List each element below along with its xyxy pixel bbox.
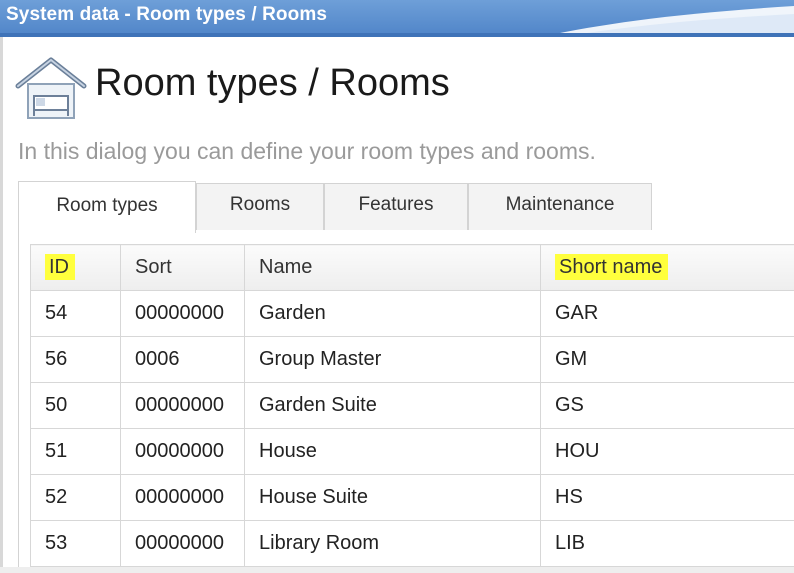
house-bed-icon	[14, 56, 88, 122]
bottom-edge	[0, 567, 794, 573]
cell-short-name: HOU	[555, 440, 600, 462]
tab-strip: Room types Rooms Features Maintenance	[18, 181, 793, 233]
table-row[interactable]: 53 00000000 Library Room LIB	[30, 520, 794, 567]
window-title: System data - Room types / Rooms	[6, 4, 327, 25]
room-types-grid: ID Sort Name Short name 54 00000000 Gard…	[30, 244, 794, 567]
tab-maintenance[interactable]: Maintenance	[468, 183, 652, 230]
cell-short-name: GM	[555, 348, 588, 370]
tab-features[interactable]: Features	[324, 183, 468, 230]
cell-sort: 0006	[135, 348, 180, 370]
cell-short-name: GS	[555, 394, 584, 416]
cell-name: Garden	[259, 302, 326, 324]
table-row[interactable]: 52 00000000 House Suite HS	[30, 474, 794, 521]
cell-short-name: LIB	[555, 532, 586, 554]
cell-id: 56	[45, 348, 68, 370]
cell-sort: 00000000	[135, 394, 224, 416]
cell-short-name: GAR	[555, 302, 599, 324]
cell-name: Garden Suite	[259, 394, 377, 416]
table-row[interactable]: 51 00000000 House HOU	[30, 428, 794, 475]
cell-name: Group Master	[259, 348, 382, 370]
cell-short-name: HS	[555, 486, 583, 508]
cell-sort: 00000000	[135, 532, 224, 554]
column-header-label: Sort	[135, 256, 172, 278]
cell-name: Library Room	[259, 532, 380, 554]
title-bar: System data - Room types / Rooms	[0, 0, 794, 37]
window-left-border	[0, 37, 3, 573]
column-header-name[interactable]: Name	[244, 244, 541, 291]
tab-rooms[interactable]: Rooms	[196, 183, 324, 230]
cell-id: 53	[45, 532, 68, 554]
cell-id: 50	[45, 394, 68, 416]
title-bar-strip	[0, 33, 794, 37]
column-header-short-name[interactable]: Short name	[540, 244, 794, 291]
cell-name: House	[259, 440, 317, 462]
column-header-sort[interactable]: Sort	[120, 244, 245, 291]
cell-id: 52	[45, 486, 68, 508]
cell-sort: 00000000	[135, 440, 224, 462]
cell-sort: 00000000	[135, 302, 224, 324]
column-header-label: Short name	[555, 254, 669, 280]
tab-room-types[interactable]: Room types	[18, 181, 196, 233]
cell-sort: 00000000	[135, 486, 224, 508]
column-header-id[interactable]: ID	[30, 244, 121, 291]
grid-header-row: ID Sort Name Short name	[30, 244, 794, 291]
page-description: In this dialog you can define your room …	[18, 138, 596, 164]
table-row[interactable]: 56 0006 Group Master GM	[30, 336, 794, 383]
cell-id: 54	[45, 302, 68, 324]
cell-id: 51	[45, 440, 68, 462]
table-row[interactable]: 50 00000000 Garden Suite GS	[30, 382, 794, 429]
cell-name: House Suite	[259, 486, 368, 508]
page-title: Room types / Rooms	[95, 62, 450, 104]
column-header-label: Name	[259, 256, 313, 278]
table-row[interactable]: 54 00000000 Garden GAR	[30, 290, 794, 337]
column-header-label: ID	[45, 254, 75, 280]
